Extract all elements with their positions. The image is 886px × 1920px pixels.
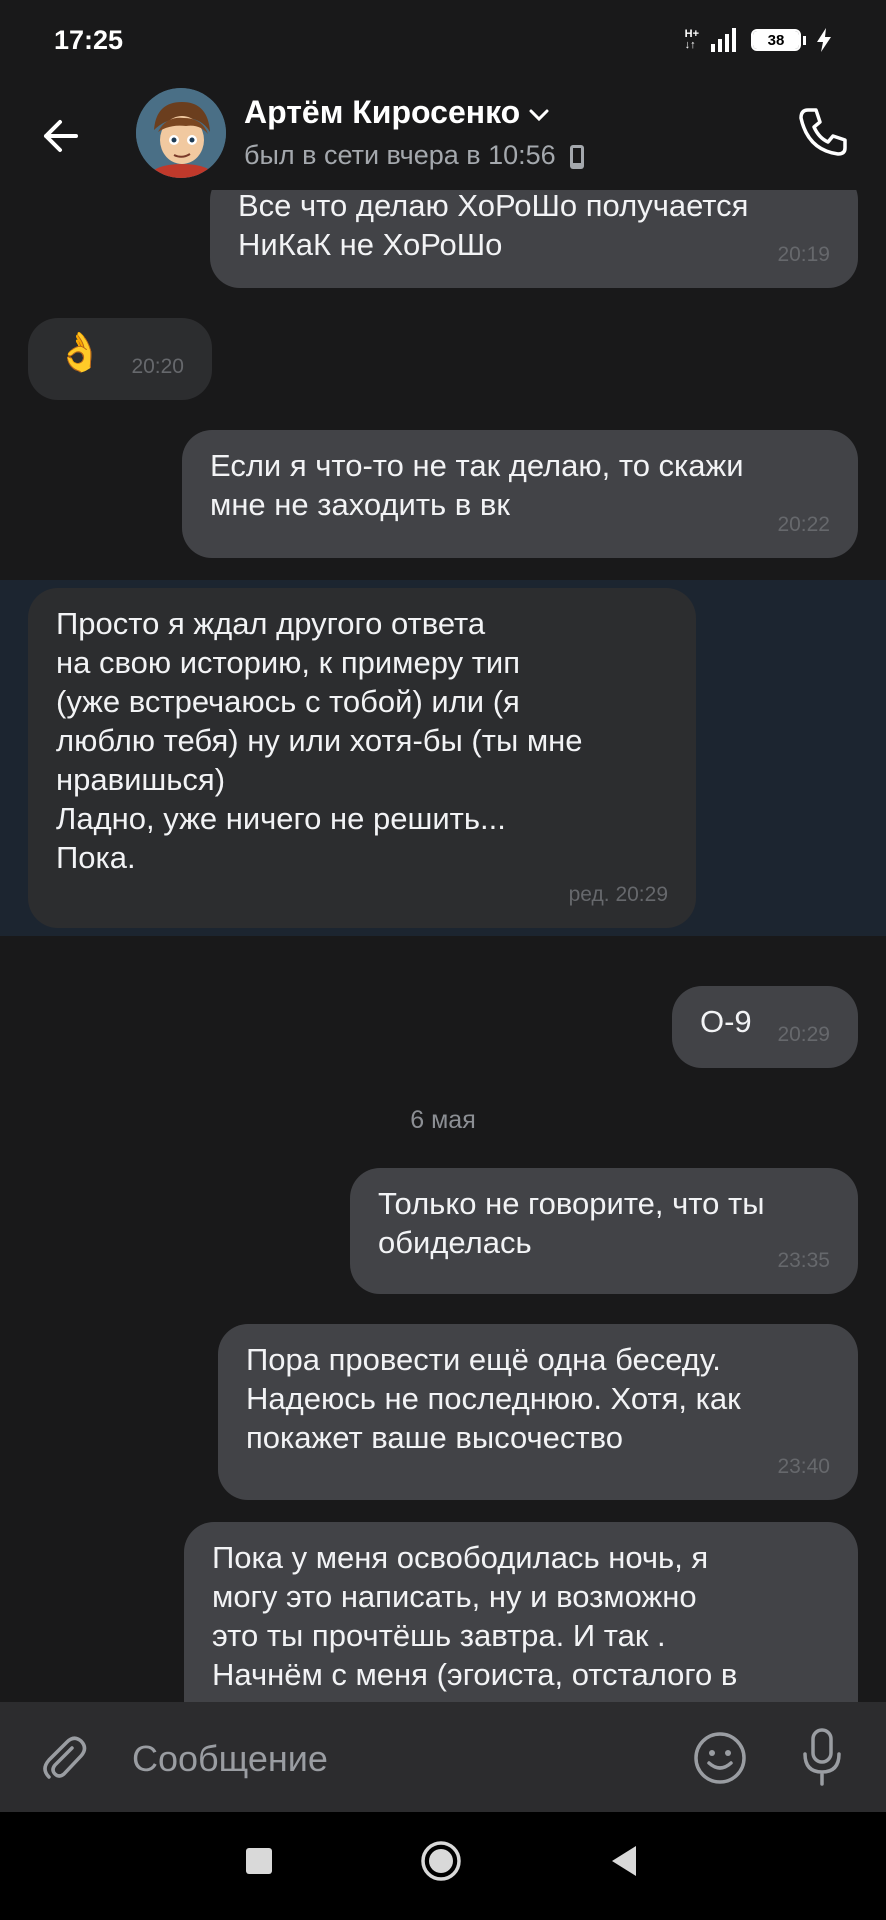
status-time: 17:25 bbox=[54, 24, 124, 55]
message-bubble-outgoing[interactable]: Только не говорите, что ты обиделась 23:… bbox=[350, 1168, 858, 1294]
message-bubble-outgoing[interactable]: О-9 20:29 bbox=[672, 986, 858, 1068]
mobile-device-icon bbox=[570, 144, 585, 169]
message-list[interactable]: Все что делаю ХоРоШо получается НиКаК не… bbox=[0, 190, 886, 1702]
avatar[interactable] bbox=[136, 88, 226, 178]
message-bubble-outgoing[interactable]: Пора провести ещё одна беседу. Надеюсь н… bbox=[218, 1324, 858, 1500]
signal-icon bbox=[711, 28, 736, 52]
message-composer bbox=[0, 1702, 886, 1812]
message-bubble-outgoing[interactable]: Если я что-то не так делаю, то скажи мне… bbox=[182, 430, 858, 558]
message-bubble-incoming[interactable]: 👌 20:20 bbox=[28, 318, 212, 400]
phone-call-icon[interactable] bbox=[792, 102, 852, 162]
recent-apps-icon[interactable] bbox=[246, 1848, 272, 1874]
back-triangle-icon[interactable] bbox=[606, 1842, 642, 1880]
contact-name[interactable]: Артём Киросенко bbox=[244, 94, 550, 131]
system-navigation-bar bbox=[0, 1812, 886, 1920]
paperclip-icon[interactable] bbox=[36, 1730, 92, 1786]
battery-icon: 38 bbox=[751, 29, 801, 51]
home-icon[interactable] bbox=[420, 1840, 462, 1882]
contact-status: был в сети вчера в 10:56 bbox=[244, 140, 585, 171]
status-icons: H+ ↓↑ 38 bbox=[685, 28, 832, 52]
microphone-icon[interactable] bbox=[796, 1726, 848, 1790]
date-separator: 6 мая bbox=[410, 1106, 476, 1134]
message-input[interactable] bbox=[130, 1730, 674, 1788]
charging-icon bbox=[817, 28, 831, 52]
chat-header: Артём Киросенко был в сети вчера в 10:56 bbox=[0, 80, 886, 190]
back-arrow-icon[interactable] bbox=[36, 110, 88, 162]
message-bubble-incoming[interactable]: Просто я ждал другого ответа на свою ист… bbox=[28, 588, 696, 928]
status-bar: 17:25 H+ ↓↑ 38 bbox=[0, 0, 886, 80]
message-bubble-outgoing[interactable]: Пока у меня освободилась ночь, я могу эт… bbox=[184, 1522, 858, 1702]
message-bubble-outgoing[interactable]: Все что делаю ХоРоШо получается НиКаК не… bbox=[210, 190, 858, 288]
network-type: H+ ↓↑ bbox=[684, 28, 699, 51]
smiley-icon[interactable] bbox=[690, 1728, 750, 1788]
chevron-down-icon[interactable] bbox=[528, 108, 550, 122]
